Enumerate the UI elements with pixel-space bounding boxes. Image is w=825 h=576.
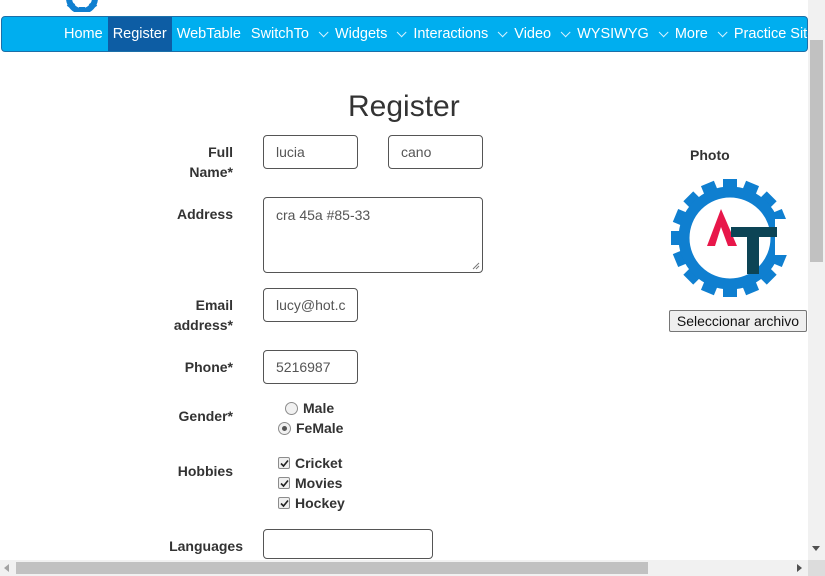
nav-label: More bbox=[674, 26, 708, 42]
gender-label: Gender* bbox=[178, 408, 233, 424]
nav-label: Interactions bbox=[413, 26, 489, 42]
scroll-down-arrow-icon[interactable] bbox=[812, 546, 820, 551]
gender-option-male[interactable]: Male bbox=[285, 400, 334, 416]
hobby-movies-label: Movies bbox=[295, 475, 343, 491]
hobby-hockey[interactable]: Hockey bbox=[278, 495, 345, 511]
languages-label: Languages bbox=[169, 538, 243, 554]
hobbies-label: Hobbies bbox=[177, 463, 233, 479]
checkbox-hockey[interactable] bbox=[278, 497, 290, 509]
nav-label: SwitchTo bbox=[250, 26, 309, 42]
address-text: cra 45a #85-33 bbox=[276, 207, 371, 223]
checkmark-icon bbox=[279, 459, 289, 467]
checkbox-cricket[interactable] bbox=[278, 457, 290, 469]
page-title: Register bbox=[348, 90, 460, 123]
checkmark-icon bbox=[279, 479, 289, 487]
vertical-scroll-thumb[interactable] bbox=[810, 40, 823, 262]
hobby-hockey-label: Hockey bbox=[295, 495, 345, 511]
hobby-cricket-label: Cricket bbox=[295, 455, 343, 471]
last-name-input[interactable]: cano bbox=[388, 135, 483, 169]
automation-testing-gear-logo bbox=[671, 179, 789, 297]
nav-item-register[interactable]: Register bbox=[107, 17, 172, 51]
address-label: Address bbox=[176, 206, 233, 222]
horizontal-scroll-thumb[interactable] bbox=[16, 562, 648, 574]
chevron-down-icon bbox=[717, 26, 728, 37]
choose-file-button[interactable]: Seleccionar archivo bbox=[669, 310, 807, 332]
nav-item-video[interactable]: Video bbox=[509, 17, 572, 51]
nav-item-switchto[interactable]: SwitchTo bbox=[246, 17, 330, 51]
chevron-down-icon bbox=[318, 26, 329, 37]
gender-female-label: FeMale bbox=[296, 420, 344, 436]
nav-label: WebTable bbox=[176, 26, 241, 42]
chevron-down-icon bbox=[497, 26, 508, 37]
gender-option-female[interactable]: FeMale bbox=[278, 420, 343, 436]
photo-label: Photo bbox=[690, 147, 730, 163]
radio-female[interactable] bbox=[278, 421, 291, 435]
email-input[interactable]: lucy@hot.c bbox=[263, 288, 358, 322]
horizontal-scrollbar[interactable] bbox=[0, 560, 808, 576]
main-navbar: Home Register WebTable SwitchTo Widgets … bbox=[1, 16, 815, 52]
checkmark-icon bbox=[279, 499, 289, 507]
nav-item-webtable[interactable]: WebTable bbox=[172, 17, 246, 51]
site-logo-top[interactable] bbox=[62, 0, 102, 12]
address-textarea[interactable]: cra 45a #85-33 bbox=[263, 197, 483, 273]
hobby-cricket[interactable]: Cricket bbox=[278, 455, 342, 471]
gender-male-label: Male bbox=[303, 400, 335, 416]
full-name-label: Full Name* bbox=[189, 144, 233, 180]
nav-label: Practice Site bbox=[733, 26, 816, 42]
checkbox-movies[interactable] bbox=[278, 477, 290, 489]
nav-label: WYSIWYG bbox=[577, 26, 649, 42]
first-name-input[interactable]: lucia bbox=[263, 135, 358, 169]
resize-handle-icon[interactable] bbox=[472, 262, 480, 270]
languages-input[interactable] bbox=[263, 529, 433, 559]
chevron-down-icon bbox=[396, 26, 407, 37]
nav-item-widgets[interactable]: Widgets bbox=[330, 17, 408, 51]
email-label: Email address* bbox=[173, 297, 233, 333]
nav-item-interactions[interactable]: Interactions bbox=[408, 17, 509, 51]
radio-male[interactable] bbox=[285, 401, 298, 415]
nav-menu: Home Register WebTable SwitchTo Widgets … bbox=[59, 17, 820, 51]
scrollbar-corner bbox=[808, 560, 825, 576]
nav-item-wysiwyg[interactable]: WYSIWYG bbox=[572, 17, 670, 51]
vertical-scrollbar[interactable] bbox=[808, 0, 825, 560]
phone-input[interactable]: 5216987 bbox=[263, 350, 358, 384]
scroll-left-arrow-icon[interactable] bbox=[4, 564, 9, 572]
nav-item-more[interactable]: More bbox=[670, 17, 729, 51]
nav-item-practice-site[interactable]: Practice Site bbox=[729, 17, 820, 51]
nav-label: Register bbox=[112, 26, 167, 42]
phone-label: Phone* bbox=[184, 359, 233, 375]
nav-label: Home bbox=[64, 26, 103, 42]
nav-label: Widgets bbox=[334, 26, 388, 42]
nav-label: Video bbox=[514, 26, 552, 42]
chevron-down-icon bbox=[560, 26, 571, 37]
hobby-movies[interactable]: Movies bbox=[278, 475, 342, 491]
chevron-down-icon bbox=[658, 26, 669, 37]
nav-item-home[interactable]: Home bbox=[59, 17, 108, 51]
scroll-right-arrow-icon[interactable] bbox=[797, 564, 802, 572]
